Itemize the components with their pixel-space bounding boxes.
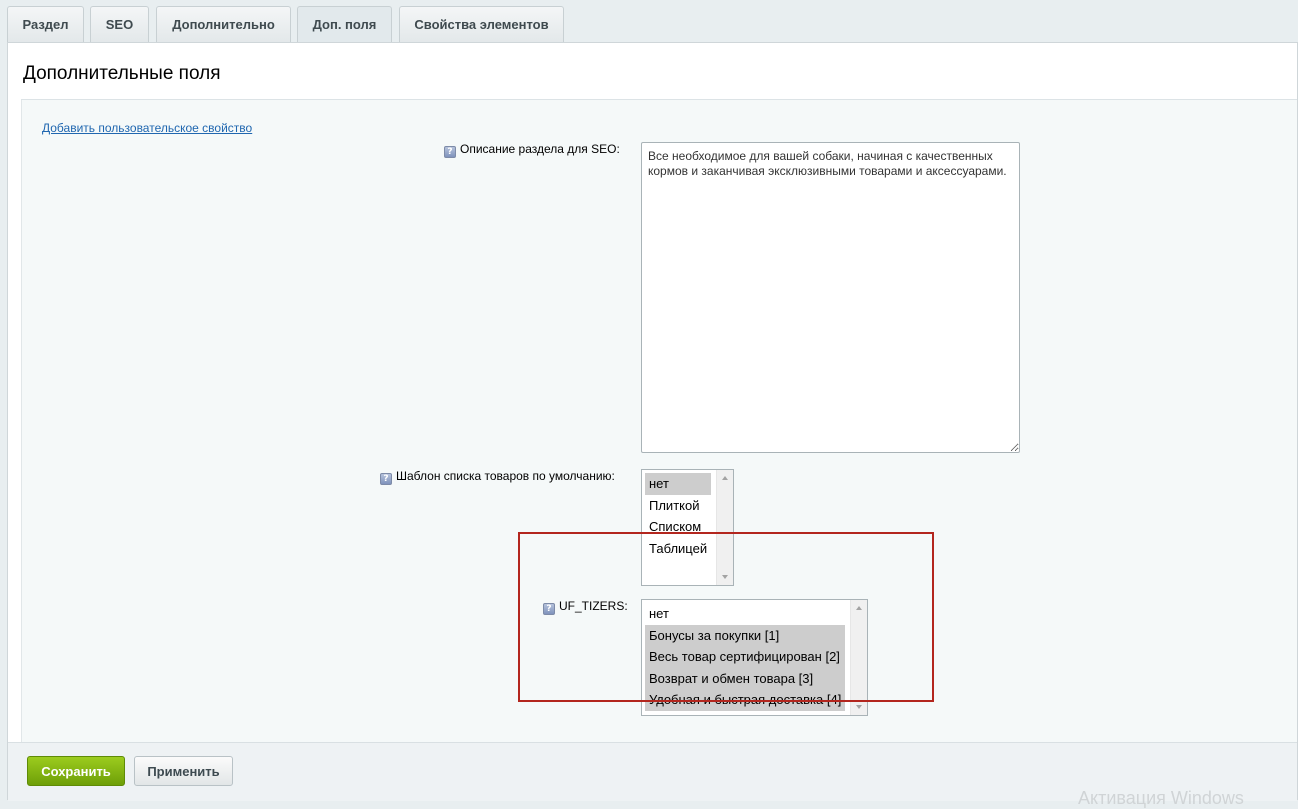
field-label-text: Шаблон списка товаров по умолчанию: — [396, 469, 615, 483]
windows-activation-watermark: Активация Windows — [1078, 788, 1244, 808]
help-icon[interactable]: ? — [543, 603, 555, 615]
field-label-text: UF_TIZERS: — [559, 599, 628, 613]
tab-extra-fields[interactable]: Доп. поля — [297, 6, 392, 42]
list-option[interactable]: Бонусы за покупки [1] — [645, 624, 845, 646]
list-option[interactable]: нет — [645, 603, 845, 625]
tab-label: Раздел — [22, 17, 69, 32]
seo-description-label: ? Описание раздела для SEO: — [444, 142, 620, 158]
help-icon[interactable]: ? — [444, 146, 456, 158]
tab-label: SEO — [105, 17, 134, 32]
tab-element-properties[interactable]: Свойства элементов — [399, 6, 564, 42]
tab-label: Доп. поля — [312, 17, 377, 32]
list-template-select[interactable]: нет Плиткой Списком Таблицей — [641, 469, 734, 586]
fields-area: Добавить пользовательское свойство ? Опис… — [21, 100, 1297, 742]
tab-additional[interactable]: Дополнительно — [156, 6, 291, 42]
scroll-down-icon[interactable] — [856, 705, 862, 709]
seo-description-textarea[interactable] — [641, 142, 1020, 453]
tab-label: Дополнительно — [172, 17, 275, 32]
page-title: Дополнительные поля — [23, 63, 221, 84]
uf-tizers-label: ? UF_TIZERS: — [543, 599, 628, 615]
list-option[interactable]: Удобная и быстрая доставка [4] — [645, 689, 845, 711]
tab-label: Свойства элементов — [414, 17, 549, 32]
list-template-label: ? Шаблон списка товаров по умолчанию: — [380, 469, 615, 485]
help-icon[interactable]: ? — [380, 473, 392, 485]
scroll-down-icon[interactable] — [722, 575, 728, 579]
list-option[interactable]: Возврат и обмен товара [3] — [645, 667, 845, 689]
add-custom-property-link[interactable]: Добавить пользовательское свойство — [42, 121, 252, 135]
list-option[interactable]: Весь товар сертифицирован [2] — [645, 646, 845, 668]
tab-seo[interactable]: SEO — [90, 6, 149, 42]
scroll-up-icon[interactable] — [856, 606, 862, 610]
list-scrollbar[interactable] — [716, 470, 733, 585]
list-scrollbar[interactable] — [850, 600, 867, 715]
list-option[interactable]: нет — [645, 473, 711, 495]
uf-tizers-multiselect[interactable]: нет Бонусы за покупки [1] Весь товар сер… — [641, 599, 868, 716]
scroll-up-icon[interactable] — [722, 476, 728, 480]
save-button[interactable]: Сохранить — [27, 756, 125, 786]
field-label-text: Описание раздела для SEO: — [460, 142, 620, 156]
tab-panel: Дополнительные поля Добавить пользовател… — [7, 42, 1298, 801]
apply-button[interactable]: Применить — [134, 756, 233, 786]
tab-section[interactable]: Раздел — [7, 6, 84, 42]
